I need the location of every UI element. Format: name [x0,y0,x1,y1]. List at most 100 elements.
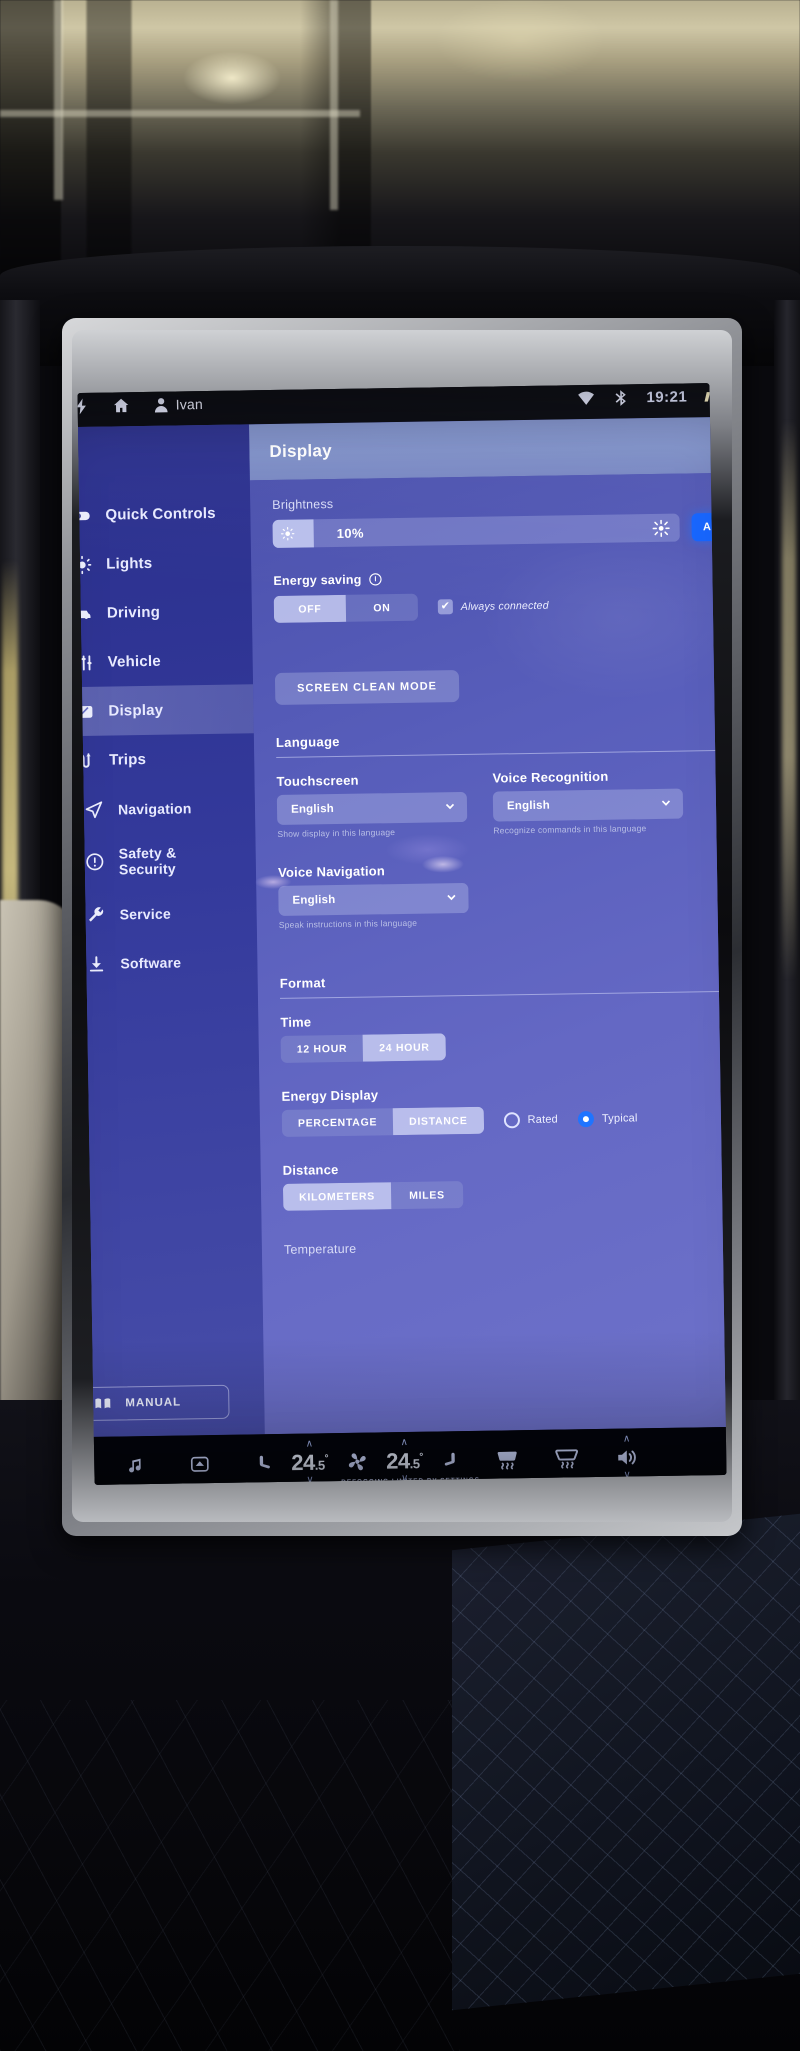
sidebar-label: Navigation [117,799,192,817]
fan-icon[interactable] [344,1450,370,1474]
voice-navigation-hint: Speak instructions in this language [278,917,418,930]
time-format-label: Time [280,1014,312,1030]
sidebar-item-navigation[interactable]: Navigation [77,782,255,835]
distance-label: Distance [282,1162,339,1178]
time-format-option-24-hour[interactable]: 24 HOUR [362,1033,446,1062]
brightness-row: 10% AUTO [272,512,727,548]
energy-saving-row: OFF ON ✔ Always connected [273,589,727,623]
distance-option-kilometers[interactable]: KILOMETERS [282,1182,392,1211]
sidebar-item-service[interactable]: Service [77,887,257,940]
sidebar-item-display[interactable]: Display [77,684,254,737]
status-bar-right-icons: 19:21 ❚❚ PASSENGER AIRBAG OFF [576,386,727,408]
always-connected-checkbox[interactable]: ✔ Always connected [437,598,549,615]
time-format-option-12-hour[interactable]: 12 HOUR [281,1035,364,1063]
distance-option-miles[interactable]: MILES [391,1181,463,1209]
page-title: Display [269,441,333,462]
temp-up-caret-icon[interactable]: ∧ [400,1437,408,1448]
sidebar-item-trips[interactable]: Trips [77,733,254,786]
sidebar-item-vehicle[interactable]: Vehicle [77,635,253,688]
driver-temperature-control[interactable]: ∧ 24.5° ∨ [291,1438,329,1485]
rear-defrost-icon[interactable] [494,1447,520,1471]
status-bar-left-icons: Ivan [77,395,203,417]
distance-segmented-control[interactable]: KILOMETERS MILES [282,1181,464,1211]
lights-icon [77,554,92,574]
music-note-icon[interactable] [124,1455,145,1475]
energy-display-row: PERCENTAGE DISTANCE Rated Typical [281,1102,727,1137]
sidebar-label: Lights [106,554,153,573]
photograph-of-tesla-center-console: Ivan 19:21 ❚❚ PASSENGER AIR [0,0,800,2051]
settings-window: ✕ Quick Controls Lights [77,416,727,1438]
energy-saving-header: Energy saving [273,567,726,588]
wrench-icon [85,904,105,924]
volume-control[interactable]: ∧ ∨ [614,1433,641,1481]
home-icon[interactable] [112,396,131,415]
sidebar-label: Software [120,953,182,971]
radio-typical [577,1110,595,1127]
charge-bolt-icon[interactable] [77,396,90,415]
content-body[interactable]: Brightness 10% Energy saving OFF ON ✔ Al… [249,472,727,1435]
voice-recognition-hint: Recognize commands in this language [493,823,647,836]
volume-up-caret-icon[interactable]: ∧ [623,1433,631,1444]
sidebar-item-safety-security[interactable]: Safety & Security [77,831,256,891]
checkbox-box: ✔ [437,599,453,615]
temperature-label: Temperature [283,1241,357,1257]
screen-clean-mode-button[interactable]: SCREEN CLEAN MODE [274,670,460,705]
radio-rated [503,1111,520,1128]
energy-saving-segmented-control[interactable]: OFF ON [273,593,419,623]
voice-recognition-select[interactable]: English [492,788,684,822]
sidebar-label-line1: Safety & [118,844,177,862]
content-header: Display [248,416,727,481]
front-defrost-icon[interactable] [554,1446,580,1470]
brightness-slider[interactable]: 10% [272,513,680,548]
energy-display-segmented-control[interactable]: PERCENTAGE DISTANCE [281,1106,484,1137]
passenger-temperature-control[interactable]: ∧ 24.5° ∨ [386,1437,424,1484]
energy-display-radio-rated[interactable]: Rated [503,1111,558,1128]
voice-navigation-field: Voice Navigation English Speak instructi… [278,862,469,930]
energy-saving-option-on[interactable]: ON [346,594,418,622]
toggle-icon [77,505,91,525]
seat-heater-left-icon[interactable] [254,1453,275,1473]
temp-up-caret-icon[interactable]: ∧ [306,1438,314,1449]
touchscreen-hint: Show display in this language [277,827,396,839]
time-format-segmented-control[interactable]: 12 HOUR 24 HOUR [280,1033,446,1063]
energy-display-option-distance[interactable]: DISTANCE [392,1106,484,1136]
touchscreen: Ivan 19:21 ❚❚ PASSENGER AIR [77,383,727,1485]
brightness-label: Brightness [272,497,334,512]
energy-display-option-percentage[interactable]: PERCENTAGE [282,1108,394,1137]
chevron-down-icon [659,797,673,811]
brightness-high-icon [652,519,670,537]
chevron-down-icon [443,800,457,814]
driver-profile[interactable]: Ivan [152,395,204,415]
sidebar-label: Trips [109,750,147,769]
energy-saving-option-off[interactable]: OFF [273,594,347,623]
touchscreen-language-select[interactable]: English [276,791,468,825]
energy-display-radio-typical[interactable]: Typical [577,1110,638,1127]
sidebar-label: Display [108,701,164,720]
download-icon [86,953,106,973]
sidebar-item-quick-controls[interactable]: Quick Controls [77,488,250,541]
wifi-icon[interactable] [576,388,595,407]
manual-button-label: MANUAL [125,1396,182,1410]
voice-navigation-label: Voice Navigation [277,863,386,880]
book-icon [94,1397,111,1411]
bluetooth-icon[interactable] [611,388,630,407]
arrow-up-box-icon[interactable] [189,1454,210,1474]
voice-navigation-value: English [292,894,336,907]
radio-rated-label: Rated [527,1113,559,1126]
volume-icon[interactable] [614,1445,640,1469]
voice-navigation-select[interactable]: English [278,882,469,916]
driver-temp-unit: ° [324,1453,329,1465]
sidebar-item-driving[interactable]: Driving [77,586,252,639]
clock: 19:21 [646,387,688,406]
brightness-low-icon [280,527,295,541]
voice-recognition-label: Voice Recognition [492,768,609,786]
window-frame-horizontal [0,110,360,117]
sidebar-item-lights[interactable]: Lights [77,537,251,590]
seat-heater-right-icon[interactable] [439,1450,460,1470]
settings-sidebar: ✕ Quick Controls Lights [77,424,265,1438]
person-icon [152,395,171,414]
manual-button[interactable]: MANUAL [77,1384,230,1422]
language-row: Touchscreen English Show display in this… [276,766,726,839]
sidebar-item-software[interactable]: Software [77,936,257,989]
info-icon[interactable] [368,572,382,586]
